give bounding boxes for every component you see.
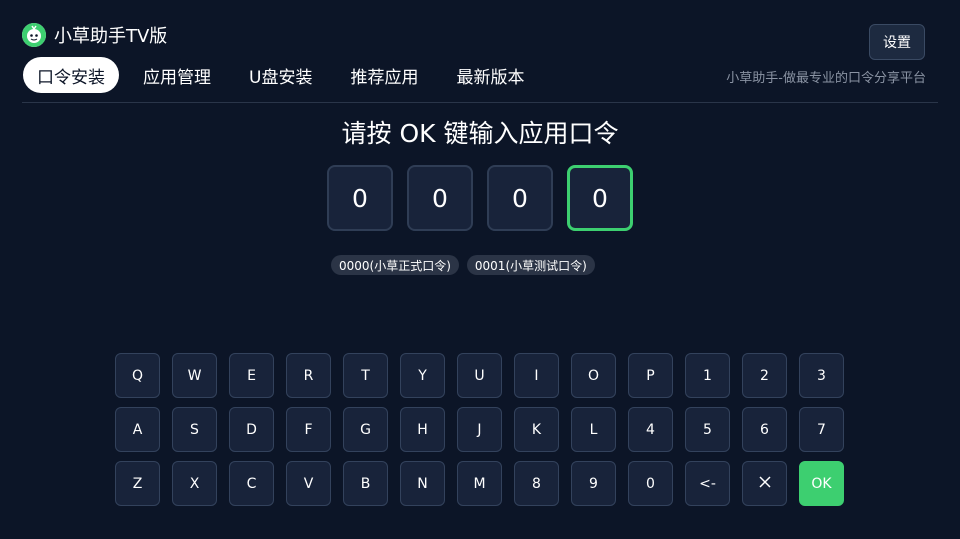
tab-latest-version[interactable]: 最新版本 (442, 57, 538, 93)
tab-usb-install[interactable]: U盘安装 (235, 57, 326, 93)
preset-chip-official[interactable]: 0000(小草正式口令) (331, 255, 459, 275)
app-header: 小草助手TV版 (22, 22, 167, 48)
backspace-key[interactable]: <- (685, 461, 730, 506)
code-input: 0 0 0 0 (327, 165, 633, 231)
key-3[interactable]: 3 (799, 353, 844, 398)
ok-key[interactable]: OK (799, 461, 844, 506)
key-4[interactable]: 4 (628, 407, 673, 452)
key-8[interactable]: 8 (514, 461, 559, 506)
code-digit-2[interactable]: 0 (407, 165, 473, 231)
key-g[interactable]: G (343, 407, 388, 452)
key-y[interactable]: Y (400, 353, 445, 398)
key-w[interactable]: W (172, 353, 217, 398)
key-h[interactable]: H (400, 407, 445, 452)
key-0[interactable]: 0 (628, 461, 673, 506)
key-b[interactable]: B (343, 461, 388, 506)
key-l[interactable]: L (571, 407, 616, 452)
key-j[interactable]: J (457, 407, 502, 452)
slogan: 小草助手-做最专业的口令分享平台 (726, 71, 926, 86)
close-icon (757, 474, 773, 494)
key-2[interactable]: 2 (742, 353, 787, 398)
key-1[interactable]: 1 (685, 353, 730, 398)
preset-chip-test[interactable]: 0001(小草测试口令) (466, 255, 595, 275)
onscreen-keyboard: Q W E R T Y U I O P 1 2 3 A S D F G H J … (115, 353, 844, 506)
prompt-title: 请按 OK 键输入应用口令 (341, 119, 619, 148)
key-p[interactable]: P (628, 353, 673, 398)
key-u[interactable]: U (457, 353, 502, 398)
key-m[interactable]: M (457, 461, 502, 506)
main-nav: 口令安装 应用管理 U盘安装 推荐应用 最新版本 (23, 57, 548, 93)
key-f[interactable]: F (286, 407, 331, 452)
key-c[interactable]: C (229, 461, 274, 506)
key-6[interactable]: 6 (742, 407, 787, 452)
tab-app-manage[interactable]: 应用管理 (129, 57, 225, 93)
key-q[interactable]: Q (115, 353, 160, 398)
key-t[interactable]: T (343, 353, 388, 398)
key-o[interactable]: O (571, 353, 616, 398)
key-x[interactable]: X (172, 461, 217, 506)
key-i[interactable]: I (514, 353, 559, 398)
grass-logo-icon (22, 23, 46, 47)
tab-recommended[interactable]: 推荐应用 (336, 57, 432, 93)
key-z[interactable]: Z (115, 461, 160, 506)
code-digit-1[interactable]: 0 (327, 165, 393, 231)
settings-button[interactable]: 设置 (869, 24, 925, 60)
divider (22, 102, 938, 103)
tab-code-install[interactable]: 口令安装 (23, 57, 119, 93)
key-r[interactable]: R (286, 353, 331, 398)
preset-codes: 0000(小草正式口令) 0001(小草测试口令) (331, 255, 595, 275)
key-7[interactable]: 7 (799, 407, 844, 452)
code-digit-3[interactable]: 0 (487, 165, 553, 231)
clear-key[interactable] (742, 461, 787, 506)
key-5[interactable]: 5 (685, 407, 730, 452)
code-digit-4[interactable]: 0 (567, 165, 633, 231)
app-title: 小草助手TV版 (54, 26, 168, 47)
key-k[interactable]: K (514, 407, 559, 452)
key-s[interactable]: S (172, 407, 217, 452)
key-a[interactable]: A (115, 407, 160, 452)
key-9[interactable]: 9 (571, 461, 616, 506)
key-v[interactable]: V (286, 461, 331, 506)
key-e[interactable]: E (229, 353, 274, 398)
key-d[interactable]: D (229, 407, 274, 452)
key-n[interactable]: N (400, 461, 445, 506)
